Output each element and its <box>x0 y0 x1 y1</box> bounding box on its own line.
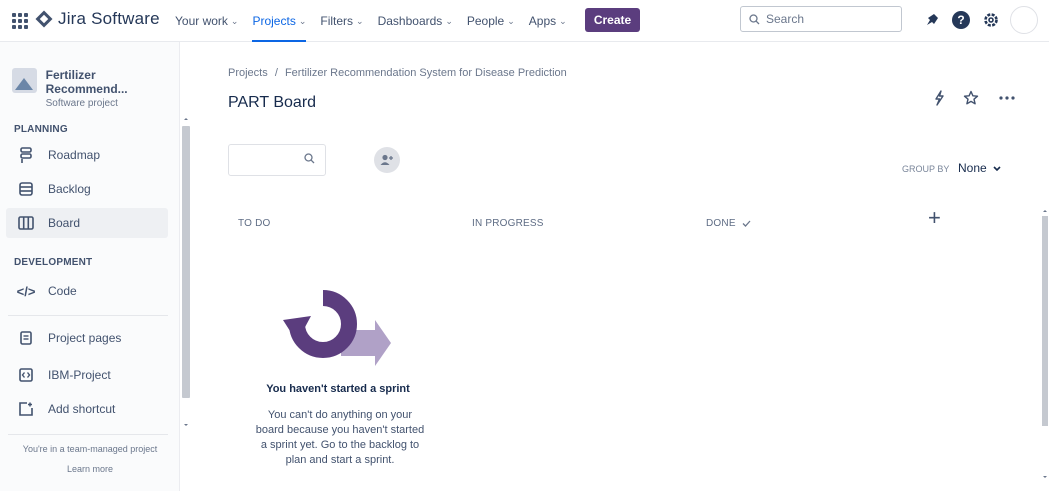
breadcrumb-projects[interactable]: Projects <box>228 67 268 79</box>
backlog-icon <box>18 181 34 197</box>
search-icon <box>749 13 760 24</box>
main-scrollbar[interactable] <box>1041 208 1049 491</box>
nav-filters[interactable]: Filters ⌄ <box>320 0 363 42</box>
development-section-title: DEVELOPMENT <box>14 257 93 268</box>
team-managed-note: You're in a team-managed project <box>22 444 158 454</box>
roadmap-icon <box>18 147 34 163</box>
sidebar-item-project-pages[interactable]: Project pages <box>6 323 168 353</box>
project-name: Fertilizer Recommend... <box>45 68 128 96</box>
column-in-progress: IN PROGRESS <box>472 218 544 229</box>
breadcrumb: Projects / Fertilizer Recommendation Sys… <box>228 67 567 79</box>
nav-label: Apps <box>528 14 557 28</box>
sidebar-item-label: Add shortcut <box>48 402 116 416</box>
add-person-icon <box>380 154 393 165</box>
nav-apps[interactable]: Apps ⌄ <box>529 0 567 42</box>
scrollbar-thumb[interactable] <box>182 126 190 398</box>
brand-name: Jira Software <box>58 9 160 28</box>
sprint-empty-illustration <box>283 290 391 366</box>
empty-state-title: You haven't started a sprint <box>266 383 410 395</box>
column-done-label: DONE <box>706 218 736 229</box>
nav-dashboards[interactable]: Dashboards ⌄ <box>378 0 453 42</box>
column-todo: TO DO <box>238 218 271 229</box>
column-done: DONE <box>706 218 751 229</box>
nav-label: Filters <box>320 14 354 28</box>
create-button[interactable]: Create <box>585 8 640 32</box>
nav-your-work[interactable]: Your work ⌄ <box>175 0 238 42</box>
star-icon[interactable] <box>961 88 981 108</box>
checkmark-icon <box>742 220 751 227</box>
chevron-down-icon: ⌄ <box>356 15 364 26</box>
notifications-icon[interactable] <box>922 10 942 30</box>
scroll-up-arrow-icon <box>184 118 188 120</box>
nav-people[interactable]: People ⌄ <box>467 0 515 42</box>
nav-label: Your work <box>175 14 228 28</box>
chevron-down-icon: ⌄ <box>445 15 453 26</box>
sidebar-item-roadmap[interactable]: Roadmap <box>6 140 168 170</box>
sidebar-item-label: Roadmap <box>48 148 101 162</box>
group-by-value: None <box>958 161 987 175</box>
nav-label: People <box>466 14 505 28</box>
app-switcher-icon[interactable] <box>12 13 28 29</box>
sidebar-item-label: Code <box>48 284 77 298</box>
scroll-down-arrow-icon <box>184 424 188 426</box>
search-input[interactable]: Search <box>740 6 902 32</box>
learn-more-link[interactable]: Learn more <box>0 464 180 474</box>
board-search-input[interactable] <box>228 144 326 176</box>
sidebar-item-label: Backlog <box>48 182 91 196</box>
project-header[interactable]: Fertilizer Recommend... Software project <box>12 68 179 109</box>
jira-diamond-icon <box>35 10 53 28</box>
empty-state-description: You can't do anything on your board beca… <box>255 409 425 466</box>
settings-icon[interactable] <box>981 10 1001 30</box>
scroll-down-arrow-icon <box>1043 476 1047 478</box>
breadcrumb-project[interactable]: Fertilizer Recommendation System for Dis… <box>285 67 567 79</box>
primary-nav: Your work ⌄ Projects ⌄ Filters ⌄ Dashboards… <box>175 0 581 42</box>
chevron-down-icon <box>993 165 1001 171</box>
sidebar-item-label: Project pages <box>48 331 122 345</box>
search-placeholder: Search <box>766 12 805 26</box>
sidebar-item-code[interactable]: </> Code <box>6 276 168 306</box>
group-by-label: GROUP BY <box>902 164 950 174</box>
add-column-button[interactable]: + <box>928 205 941 231</box>
sidebar-divider <box>8 315 168 316</box>
page-icon <box>18 330 34 346</box>
scrollbar-thumb[interactable] <box>1042 216 1048 426</box>
profile-avatar[interactable] <box>1010 6 1038 34</box>
sidebar-item-label: IBM-Project <box>48 368 111 382</box>
nav-label: Dashboards <box>377 14 443 28</box>
nav-projects[interactable]: Projects ⌄ <box>252 0 306 42</box>
sidebar-divider <box>8 434 168 435</box>
project-sidebar: Fertilizer Recommend... Software project… <box>0 42 180 491</box>
add-people-button[interactable] <box>374 147 400 173</box>
help-icon[interactable]: ? <box>951 10 971 30</box>
jira-logo[interactable]: Jira Software <box>35 9 160 29</box>
scroll-up-arrow-icon <box>1043 210 1047 212</box>
page-title: PART Board <box>228 94 317 111</box>
sidebar-item-backlog[interactable]: Backlog <box>6 174 168 204</box>
link-icon <box>18 367 34 383</box>
board-icon <box>18 215 34 231</box>
code-icon: </> <box>16 283 36 299</box>
breadcrumb-separator: / <box>274 67 278 79</box>
group-by-select[interactable]: None <box>958 161 1001 175</box>
project-type: Software project <box>45 98 118 109</box>
add-shortcut-icon <box>18 401 34 417</box>
sidebar-item-ibm-project[interactable]: IBM-Project <box>6 360 168 390</box>
top-navigation: Jira Software Your work ⌄ Projects ⌄ Filte… <box>0 0 1049 42</box>
search-icon <box>304 153 315 164</box>
planning-section-title: PLANNING <box>14 124 68 135</box>
chevron-down-icon: ⌄ <box>559 15 567 26</box>
chevron-down-icon: ⌄ <box>507 15 515 26</box>
sidebar-item-label: Board <box>48 216 81 230</box>
nav-label: Projects <box>252 14 296 28</box>
more-actions-icon[interactable] <box>997 88 1017 108</box>
project-avatar <box>12 68 37 93</box>
chevron-down-icon: ⌄ <box>230 15 239 26</box>
chevron-down-icon: ⌄ <box>298 15 307 26</box>
help-symbol: ? <box>952 11 970 29</box>
release-icon[interactable] <box>929 88 949 108</box>
sidebar-item-add-shortcut[interactable]: Add shortcut <box>6 394 168 424</box>
sidebar-item-board[interactable]: Board <box>6 208 168 238</box>
sidebar-scrollbar[interactable] <box>181 118 191 426</box>
